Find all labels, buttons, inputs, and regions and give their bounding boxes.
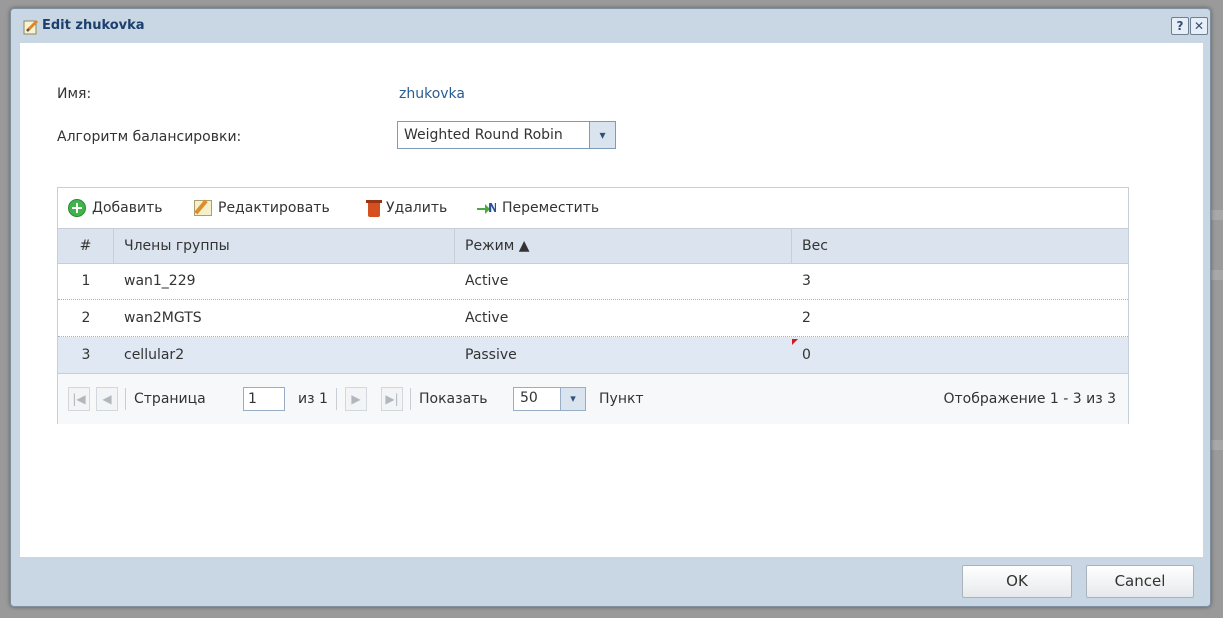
name-value: zhukovka xyxy=(399,86,465,102)
row-mode: Active xyxy=(465,273,509,289)
grid-header: # Члены группы Режим ▲ Вес xyxy=(58,228,1128,264)
row-weight: 3 xyxy=(802,273,811,289)
chevron-down-icon[interactable]: ▾ xyxy=(589,122,615,148)
items-label: Пункт xyxy=(599,391,644,407)
column-header-members[interactable]: Члены группы xyxy=(114,229,455,263)
row-mode: Passive xyxy=(465,347,517,363)
delete-button-label: Удалить xyxy=(386,200,448,216)
table-row-selected[interactable]: 3 cellular2 Passive 0 xyxy=(58,337,1128,374)
display-info: Отображение 1 - 3 из 3 xyxy=(943,391,1117,407)
page-label: Страница xyxy=(134,391,206,407)
close-button[interactable]: ✕ xyxy=(1190,17,1208,35)
add-icon xyxy=(68,199,86,217)
name-label: Имя: xyxy=(57,86,92,102)
last-page-button[interactable]: ▶| xyxy=(381,387,403,411)
dialog-title: Edit zhukovka xyxy=(42,18,145,33)
grid-pager: |◀ ◀ Страница 1 из 1 ▶ ▶| Показать 50 ▾ … xyxy=(58,373,1128,424)
edit-dialog: Edit zhukovka ? ✕ Имя: zhukovka Алгоритм… xyxy=(10,8,1211,607)
svg-text:N: N xyxy=(488,201,496,215)
edit-icon xyxy=(194,200,212,216)
row-member: wan1_229 xyxy=(124,273,196,289)
move-button-label: Переместить xyxy=(502,200,600,216)
trash-icon xyxy=(366,199,382,217)
dialog-content: Имя: zhukovka Алгоритм балансировки: Wei… xyxy=(20,43,1203,557)
add-button[interactable]: Добавить xyxy=(68,198,162,218)
table-row[interactable]: 2 wan2MGTS Active 2 xyxy=(58,300,1128,337)
row-number: 3 xyxy=(81,347,91,363)
page-size-select[interactable]: 50 ▾ xyxy=(513,387,586,411)
algorithm-label: Алгоритм балансировки: xyxy=(57,129,242,145)
cancel-button[interactable]: Cancel xyxy=(1086,565,1194,598)
row-mode: Active xyxy=(465,310,509,326)
pager-separator xyxy=(410,388,411,410)
row-member: wan2MGTS xyxy=(124,310,202,326)
move-icon: N xyxy=(477,201,496,215)
dialog-titlebar[interactable]: Edit zhukovka ? ✕ xyxy=(11,9,1210,43)
column-header-weight[interactable]: Вес xyxy=(792,229,1128,263)
prev-page-button[interactable]: ◀ xyxy=(96,387,118,411)
page-size-value: 50 xyxy=(520,390,538,406)
row-weight: 2 xyxy=(802,310,811,326)
show-label: Показать xyxy=(419,391,488,407)
page-input[interactable]: 1 xyxy=(243,387,285,411)
table-row[interactable]: 1 wan1_229 Active 3 xyxy=(58,263,1128,300)
page-count-label: из 1 xyxy=(298,391,328,407)
algorithm-select-value: Weighted Round Robin xyxy=(404,127,563,143)
column-header-number[interactable]: # xyxy=(58,229,114,263)
algorithm-select[interactable]: Weighted Round Robin ▾ xyxy=(397,121,616,149)
move-button[interactable]: N Переместить xyxy=(476,198,599,218)
members-grid: Добавить Редактировать Удалить N Перемес… xyxy=(57,187,1129,424)
ok-button[interactable]: OK xyxy=(962,565,1072,598)
chevron-down-icon[interactable]: ▾ xyxy=(560,388,585,410)
dirty-cell-marker xyxy=(792,339,798,345)
pager-separator xyxy=(336,388,337,410)
edit-icon xyxy=(23,19,39,35)
edit-button-label: Редактировать xyxy=(218,200,330,216)
help-button[interactable]: ? xyxy=(1171,17,1189,35)
grid-toolbar: Добавить Редактировать Удалить N Перемес… xyxy=(58,188,1128,228)
add-button-label: Добавить xyxy=(92,200,163,216)
row-weight[interactable]: 0 xyxy=(792,337,1128,373)
edit-button[interactable]: Редактировать xyxy=(194,198,330,218)
first-page-button[interactable]: |◀ xyxy=(68,387,90,411)
pager-separator xyxy=(125,388,126,410)
next-page-button[interactable]: ▶ xyxy=(345,387,367,411)
row-member: cellular2 xyxy=(124,347,185,363)
row-number: 1 xyxy=(81,273,91,289)
column-header-mode[interactable]: Режим ▲ xyxy=(455,229,792,263)
delete-button[interactable]: Удалить xyxy=(366,198,448,218)
row-number: 2 xyxy=(81,310,91,326)
